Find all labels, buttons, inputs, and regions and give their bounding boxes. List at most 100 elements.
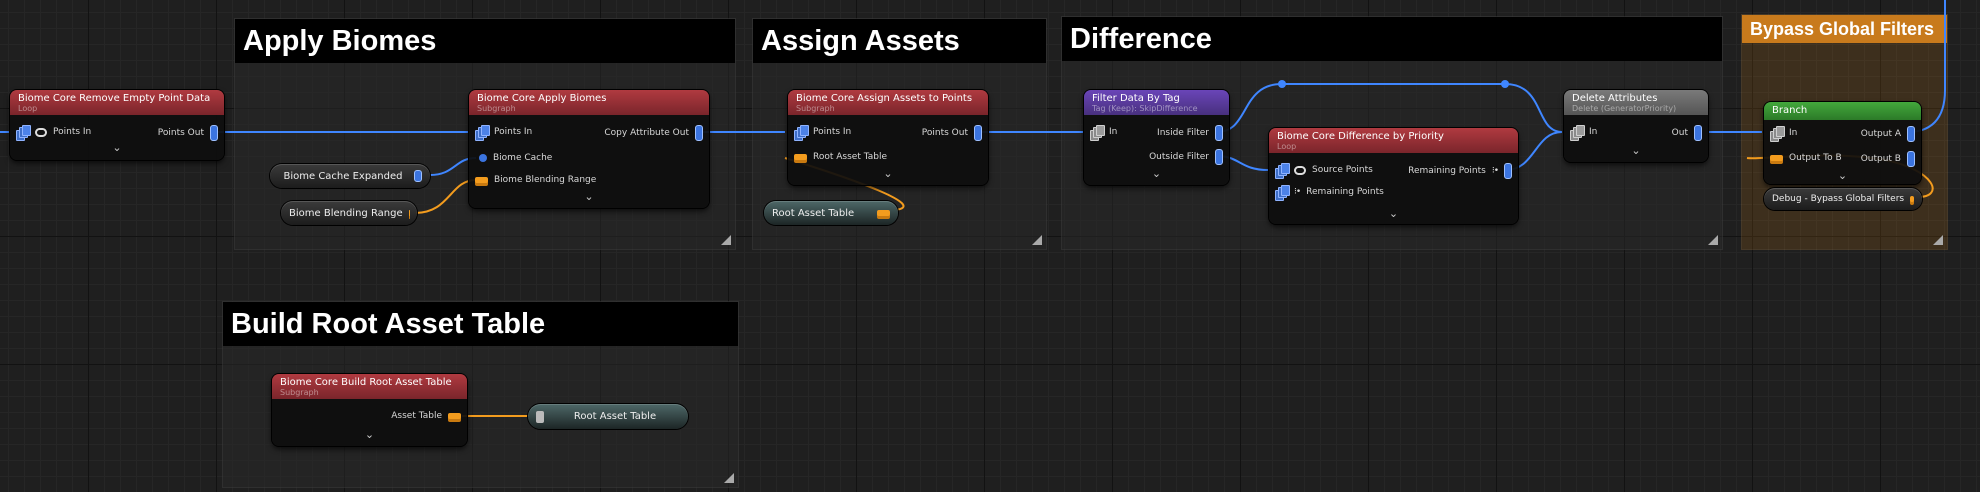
points-pin-icon: [695, 125, 703, 141]
node-subtitle: Tag (Keep): SkipDifference: [1092, 104, 1198, 113]
pin-source-points[interactable]: Source Points: [1275, 163, 1373, 179]
pin-output-to-b[interactable]: Output To B: [1770, 151, 1842, 165]
pin-points-out[interactable]: Points Out: [158, 125, 218, 141]
node-subtitle: Loop: [18, 104, 38, 113]
node-header: Biome Core Difference by Priority Loop: [1269, 128, 1518, 153]
feedback-icon: ⁝•: [1294, 187, 1301, 197]
pin-inside-filter[interactable]: Inside Filter: [1157, 125, 1223, 141]
points-pin-icon: [1907, 151, 1915, 167]
expand-chevron-icon[interactable]: ⌄: [1764, 170, 1921, 182]
var-label: Biome Blending Range: [289, 207, 403, 219]
var-label: Biome Cache Expanded: [283, 170, 403, 182]
points-pin-icon: [1694, 125, 1702, 141]
pin-output-a[interactable]: Output A: [1861, 126, 1915, 142]
node-header: Biome Core Remove Empty Point Data Loop: [10, 90, 224, 115]
expand-chevron-icon[interactable]: ⌄: [1084, 168, 1229, 180]
param-pin-icon: [794, 154, 807, 160]
table-pin-icon: [448, 413, 461, 419]
pin-points-in[interactable]: Points In: [16, 125, 91, 141]
pin-remaining-points-out[interactable]: Remaining Points ⁝•: [1408, 163, 1512, 179]
pin-label: Output B: [1860, 154, 1901, 164]
param-pin-icon: [414, 170, 422, 182]
pin-in[interactable]: In: [1090, 125, 1118, 141]
points-pin-icon: [1215, 149, 1223, 165]
node-header: Delete Attributes Delete (GeneratorPrior…: [1564, 90, 1708, 115]
pin-biome-cache[interactable]: Biome Cache: [479, 151, 552, 165]
pin-biome-blending-range[interactable]: Biome Blending Range: [475, 173, 596, 187]
node-assign-assets-to-points[interactable]: Biome Core Assign Assets to Points Subgr…: [788, 90, 988, 185]
var-root-asset-table-get[interactable]: Root Asset Table: [764, 201, 898, 225]
var-label: Root Asset Table: [573, 411, 657, 422]
loop-icon: [35, 127, 47, 137]
pin-output-b[interactable]: Output B: [1861, 151, 1915, 167]
expand-chevron-icon[interactable]: ⌄: [1564, 145, 1708, 157]
var-biome-blending-range[interactable]: Biome Blending Range: [281, 201, 417, 225]
comment-title: Apply Biomes: [235, 19, 735, 63]
var-root-asset-table-set[interactable]: Root Asset Table: [528, 404, 688, 429]
node-title: Branch: [1772, 105, 1808, 116]
node-subtitle: Subgraph: [796, 104, 835, 113]
pin-points-out[interactable]: Points Out: [922, 125, 982, 141]
any-pin-icon: [1090, 125, 1105, 141]
feedback-icon: ⁝•: [1491, 166, 1499, 176]
bool-pin-icon: [1910, 196, 1914, 202]
expand-chevron-icon[interactable]: ⌄: [469, 191, 709, 203]
node-branch[interactable]: Branch In Output A Output To B Output B …: [1764, 102, 1921, 184]
pin-label: Output A: [1860, 129, 1901, 139]
node-title: Biome Core Difference by Priority: [1277, 131, 1444, 142]
expand-chevron-icon[interactable]: ⌄: [272, 429, 467, 441]
pin-in[interactable]: In: [1770, 126, 1798, 142]
resize-handle[interactable]: [1708, 235, 1718, 245]
points-pin-icon: [974, 125, 982, 141]
var-biome-cache-expanded[interactable]: Biome Cache Expanded: [270, 164, 430, 188]
expand-chevron-icon[interactable]: ⌄: [10, 142, 224, 154]
expand-chevron-icon[interactable]: ⌄: [788, 168, 988, 180]
expand-chevron-icon[interactable]: ⌄: [1269, 208, 1518, 220]
points-pin-icon: [475, 125, 490, 141]
points-pin-icon: [1907, 126, 1915, 142]
any-pin-icon: [1770, 126, 1785, 142]
pin-label: In: [1789, 128, 1798, 138]
node-delete-attributes[interactable]: Delete Attributes Delete (GeneratorPrior…: [1564, 90, 1708, 162]
pin-points-in[interactable]: Points In: [794, 125, 851, 141]
pin-label: Copy Attribute Out: [604, 128, 689, 138]
pin-label: Root Asset Table: [813, 152, 887, 162]
pin-root-asset-table[interactable]: Root Asset Table: [794, 150, 887, 164]
node-filter-data-by-tag[interactable]: Filter Data By Tag Tag (Keep): SkipDiffe…: [1084, 90, 1229, 185]
set-pin-icon: [536, 410, 544, 423]
pin-remaining-points-in[interactable]: ⁝• Remaining Points: [1275, 185, 1384, 201]
param-pin-icon: [479, 154, 487, 162]
points-pin-icon: [210, 125, 218, 141]
resize-handle[interactable]: [1933, 235, 1943, 245]
node-remove-empty-point-data[interactable]: Biome Core Remove Empty Point Data Loop …: [10, 90, 224, 160]
node-apply-biomes[interactable]: Biome Core Apply Biomes Subgraph Points …: [469, 90, 709, 208]
node-title: Biome Core Remove Empty Point Data: [18, 93, 211, 104]
node-build-root-asset-table[interactable]: Biome Core Build Root Asset Table Subgra…: [272, 374, 467, 446]
node-difference-by-priority[interactable]: Biome Core Difference by Priority Loop S…: [1269, 128, 1518, 224]
resize-handle[interactable]: [1032, 235, 1042, 245]
resize-handle[interactable]: [724, 473, 734, 483]
pin-label: In: [1589, 127, 1598, 137]
points-pin-icon: [1275, 163, 1290, 179]
pin-points-in[interactable]: Points In: [475, 125, 533, 141]
pin-in[interactable]: In: [1570, 125, 1598, 141]
pin-asset-table[interactable]: Asset Table: [391, 409, 461, 423]
node-header: Biome Core Apply Biomes Subgraph: [469, 90, 709, 115]
points-pin-icon: [1504, 163, 1512, 179]
pin-label: In: [1109, 127, 1118, 137]
pin-out[interactable]: Out: [1672, 125, 1702, 141]
pin-label: Outside Filter: [1149, 152, 1209, 162]
node-header: Biome Core Build Root Asset Table Subgra…: [272, 374, 467, 399]
comment-title: Bypass Global Filters: [1742, 15, 1947, 43]
pin-outside-filter[interactable]: Outside Filter: [1149, 149, 1223, 165]
resize-handle[interactable]: [721, 235, 731, 245]
pin-copy-attribute-out[interactable]: Copy Attribute Out: [604, 125, 703, 141]
comment-title: Difference: [1062, 17, 1722, 61]
pin-label: Points In: [494, 127, 533, 137]
pin-label: Remaining Points: [1306, 187, 1384, 197]
node-subtitle: Delete (GeneratorPriority): [1572, 104, 1677, 113]
pin-label: Inside Filter: [1157, 128, 1209, 138]
node-header: Branch: [1764, 102, 1921, 120]
comment-title: Assign Assets: [753, 19, 1046, 63]
var-debug-bypass-global-filters[interactable]: Debug - Bypass Global Filters: [1764, 188, 1922, 210]
